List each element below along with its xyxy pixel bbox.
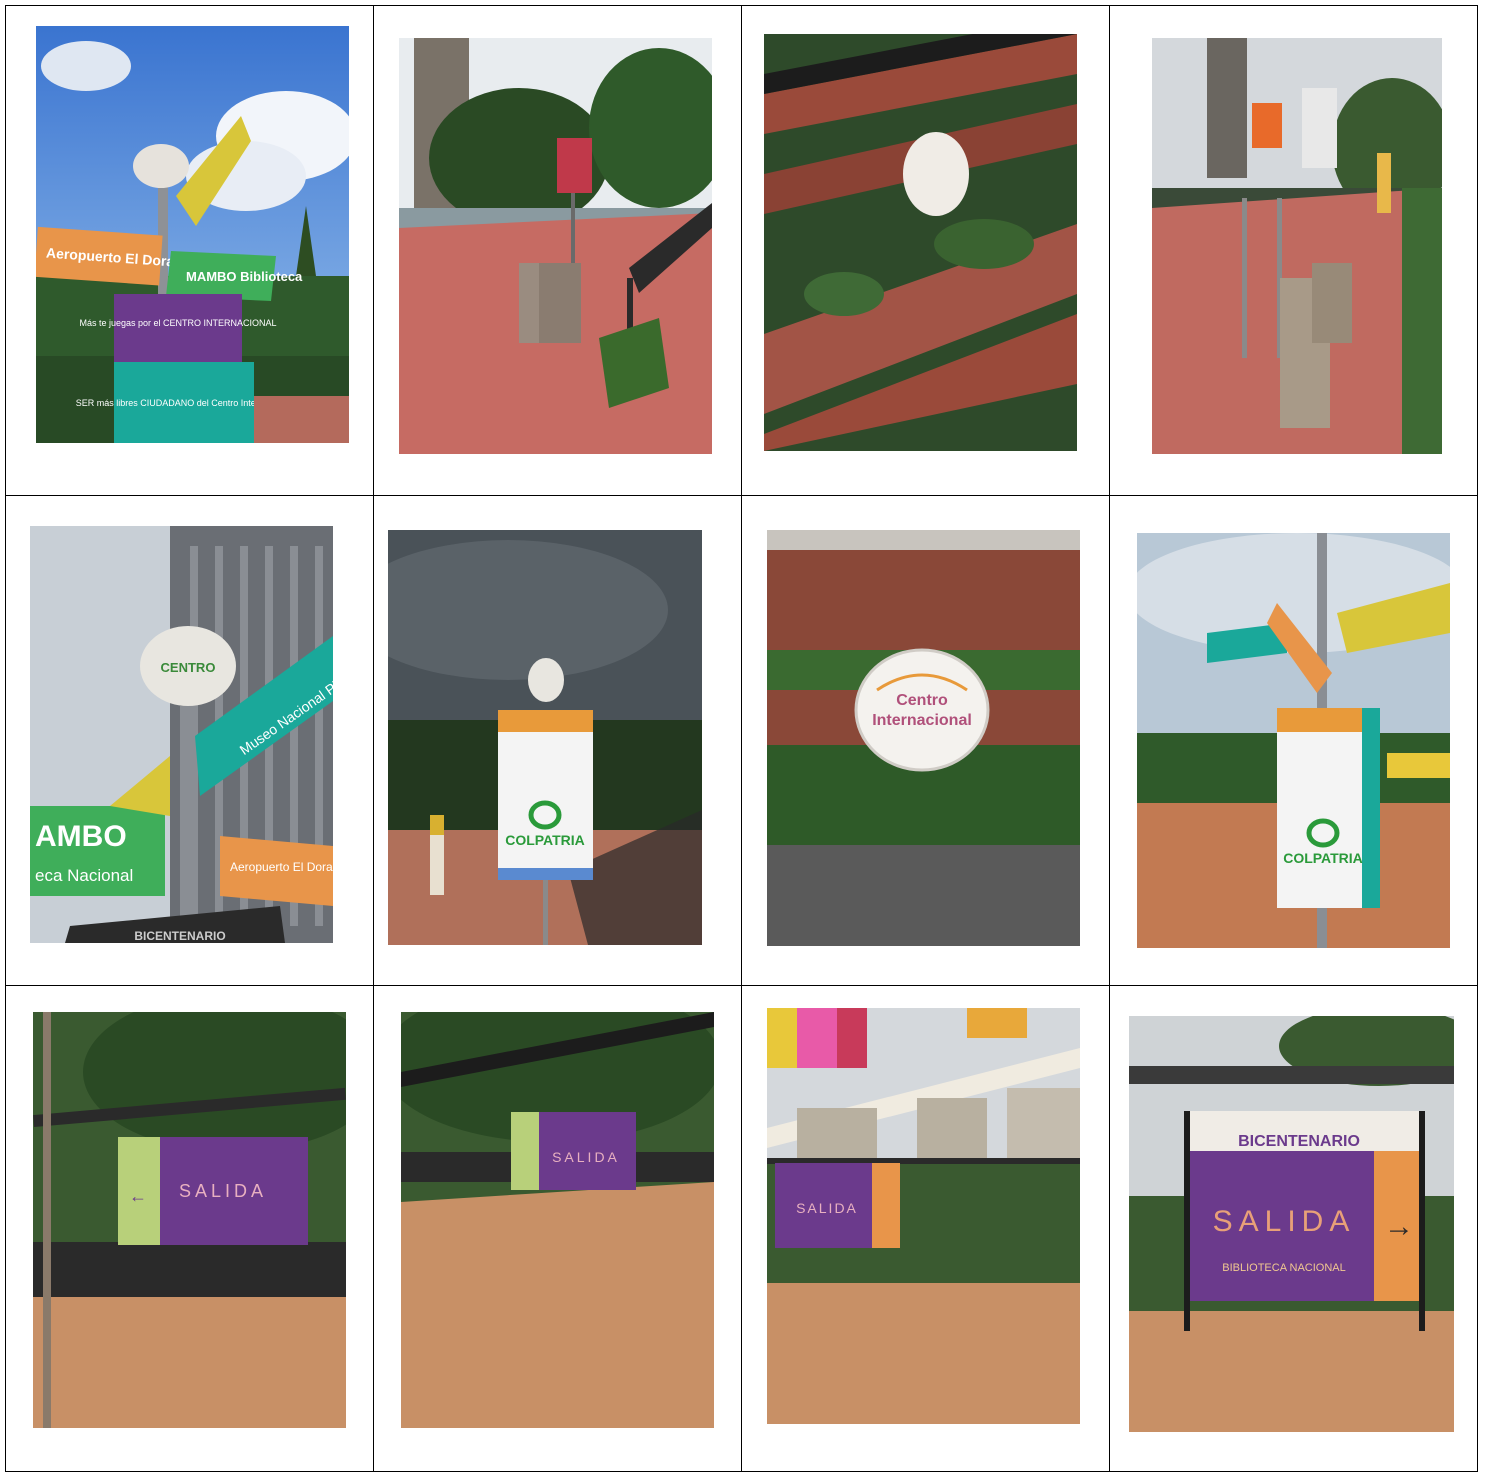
sign-text-top-right: MAMBO Biblioteca (186, 269, 303, 284)
photo-plaza-trash-bin (399, 38, 712, 454)
photo-worker-installing (1152, 38, 1442, 454)
banner-text: SALIDA (1213, 1205, 1356, 1238)
sign-text-purple: Más te juegas por el CENTRO INTERNACIONA… (79, 318, 276, 328)
photo-bench-disk (764, 34, 1077, 451)
grid-cell-r2c1: CENTRO Museo Nacional Planetario AMBO ec… (5, 495, 374, 986)
logo-text-line2: Internacional (872, 712, 972, 729)
sign-text-disk: CENTRO (161, 660, 216, 675)
grid-cell-r3c2: SALIDA (373, 985, 742, 1472)
photo-colpatria-sign-park: COLPATRIA (388, 530, 702, 945)
banner-text: SALIDA (179, 1181, 267, 1201)
park-name-text: BICENTENARIO (1238, 1133, 1360, 1150)
grid-cell-r3c1: ← SALIDA (5, 985, 374, 1472)
sign-text-green: AMBO (35, 820, 127, 853)
grid-cell-r2c2: COLPATRIA (373, 495, 742, 986)
photo-exit-banner-2: SALIDA (401, 1012, 714, 1428)
grid-cell-r1c3 (741, 5, 1110, 496)
sign-text-green2: eca Nacional (35, 866, 133, 885)
banner-text: SALIDA (796, 1200, 858, 1216)
sign-text-bottom: BICENTENARIO (134, 929, 225, 943)
photo-bench-logo-disk: Centro Internacional (767, 530, 1080, 946)
photo-exit-banner-1: ← SALIDA (33, 1012, 346, 1428)
photo-signpost-close: CENTRO Museo Nacional Planetario AMBO ec… (30, 526, 333, 943)
photo-exit-banner-3: SALIDA (767, 1008, 1080, 1424)
sign-text-brand: COLPATRIA (1283, 850, 1363, 866)
photo-grid-table: Aeropuerto El Dorado MAMBO Biblioteca Má… (5, 5, 1478, 1472)
grid-cell-r3c4: BICENTENARIO SALIDA BIBLIOTECA NACIONAL … (1109, 985, 1478, 1472)
logo-text-line1: Centro (896, 692, 948, 709)
grid-cell-r1c1: Aeropuerto El Dorado MAMBO Biblioteca Má… (5, 5, 374, 496)
banner-arrow: ← (129, 1186, 147, 1206)
photo-signpost-directions: Aeropuerto El Dorado MAMBO Biblioteca Má… (36, 26, 349, 443)
sign-text-orange: Aeropuerto El Dorado (230, 860, 333, 874)
photo-colpatria-signpost: COLPATRIA (1137, 533, 1450, 948)
grid-cell-r3c3: SALIDA (741, 985, 1110, 1472)
grid-cell-r2c4: COLPATRIA (1109, 495, 1478, 986)
grid-cell-r1c2 (373, 5, 742, 496)
banner-subtext: BIBLIOTECA NACIONAL (1222, 1262, 1345, 1274)
sign-text-brand: COLPATRIA (505, 832, 585, 848)
banner-text: SALIDA (552, 1149, 620, 1165)
grid-cell-r1c4 (1109, 5, 1478, 496)
photo-exit-banner-4: BICENTENARIO SALIDA BIBLIOTECA NACIONAL … (1129, 1016, 1454, 1432)
grid-cell-r2c3: Centro Internacional (741, 495, 1110, 986)
banner-arrow: → (1384, 1210, 1414, 1243)
